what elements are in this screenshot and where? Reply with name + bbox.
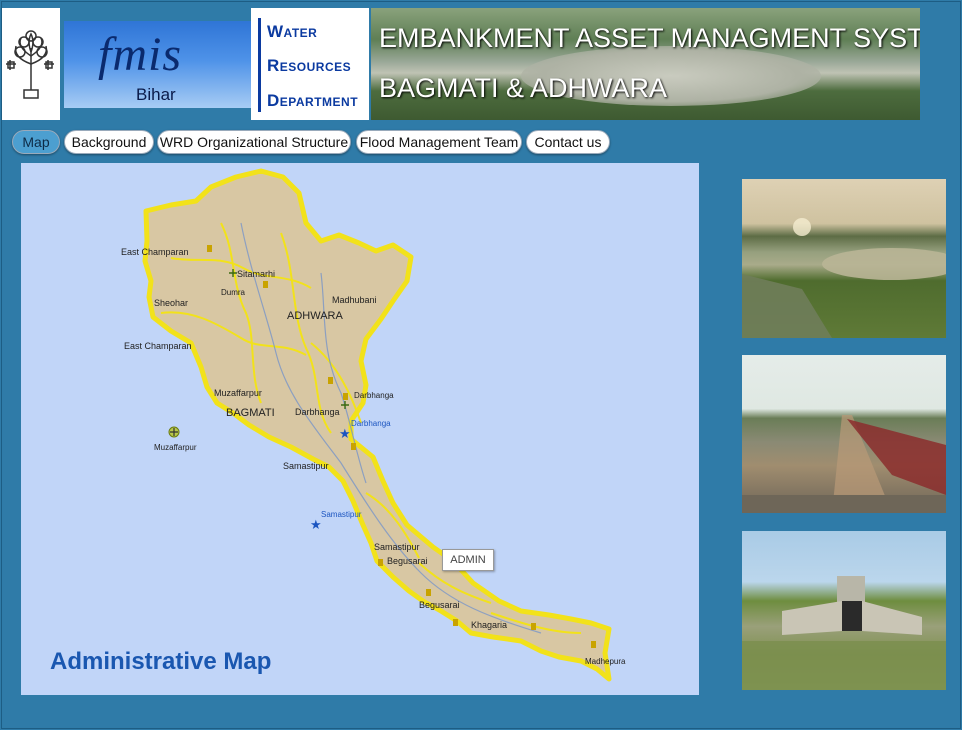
bus-marker-icon (351, 443, 356, 450)
map-label: Dumra (221, 288, 246, 297)
department-logo: Water Resources Department (251, 8, 369, 120)
map-label: Madhepura (585, 657, 626, 666)
map-label: Madhubani (332, 295, 377, 305)
fmis-logo-text: fmis (98, 28, 183, 81)
map-label: Darbhanga (351, 419, 391, 428)
tab-background[interactable]: Background (64, 130, 154, 154)
map-label: Begusarai (419, 600, 460, 610)
map-label: Khagaria (471, 620, 508, 630)
administrative-map[interactable]: ★ ★ East Champaran Sitamarhi Dumra Sheoh… (21, 163, 699, 695)
map-label: Darbhanga (354, 391, 394, 400)
header: fmis Bihar Water Resources Department EM… (2, 8, 920, 120)
page-frame: fmis Bihar Water Resources Department EM… (1, 1, 961, 729)
photo-river-embankment (742, 179, 946, 338)
map-label: East Champaran (121, 247, 189, 257)
bus-marker-icon (378, 559, 383, 566)
bus-marker-icon (426, 589, 431, 596)
map-label: Begusarai (387, 556, 428, 566)
tab-map[interactable]: Map (12, 130, 60, 154)
department-line-2: Resources (267, 56, 352, 75)
map-label: Samastipur (283, 461, 329, 471)
tab-wrd-organizational-structure[interactable]: WRD Organizational Structure (157, 130, 351, 154)
bus-marker-icon (591, 641, 596, 648)
tab-flood-management-team[interactable]: Flood Management Team (356, 130, 522, 154)
bus-marker-icon (453, 619, 458, 626)
photo-sluice-gate (742, 531, 946, 690)
map-label: Darbhanga (295, 407, 340, 417)
banner-title: EMBANKMENT ASSET MANAGMENT SYSTEM (379, 23, 920, 53)
map-title: Administrative Map (50, 648, 272, 675)
department-line-1: Water (267, 22, 318, 41)
map-label: Muzaffarpur (154, 443, 197, 452)
map-label: Muzaffarpur (214, 388, 262, 398)
bihar-emblem-icon (2, 8, 60, 120)
bus-marker-icon (263, 281, 268, 288)
map-label: Samastipur (374, 542, 420, 552)
map-label: East Champaran (124, 341, 192, 351)
star-icon: ★ (339, 427, 351, 442)
photo-embankment-bridge (742, 355, 946, 513)
fmis-logo[interactable]: fmis Bihar (64, 21, 251, 108)
map-label: ADHWARA (287, 310, 343, 322)
star-icon: ★ (310, 518, 322, 533)
banner-subtitle: BAGMATI & ADHWARA (379, 73, 668, 103)
tab-contact-us[interactable]: Contact us (526, 130, 610, 154)
fmis-logo-subtitle: Bihar (136, 85, 176, 104)
map-regions: ★ ★ (142, 168, 612, 682)
map-label: BAGMATI (226, 407, 275, 419)
admin-tooltip: ADMIN (442, 549, 494, 571)
map-label: Sitamarhi (237, 269, 276, 279)
bus-marker-icon (531, 623, 536, 630)
map-label: Samastipur (321, 510, 362, 519)
banner-image: EMBANKMENT ASSET MANAGMENT SYSTEM BAGMAT… (371, 8, 920, 120)
department-line-3: Department (267, 91, 359, 110)
airport-icon (168, 426, 180, 438)
bus-marker-icon (343, 393, 348, 400)
bus-marker-icon (328, 377, 333, 384)
map-label: Sheohar (154, 298, 189, 308)
department-divider (258, 18, 261, 112)
bus-marker-icon (207, 245, 212, 252)
